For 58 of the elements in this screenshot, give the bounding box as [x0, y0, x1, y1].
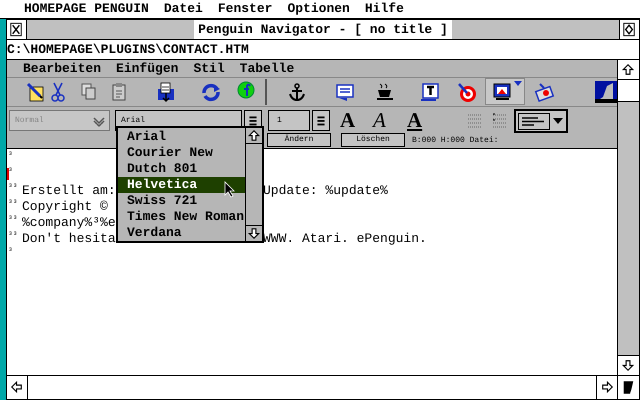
- paragraph-mark: ³³: [7, 231, 19, 242]
- action-button[interactable]: Löschen: [341, 133, 405, 147]
- scroll-down-button[interactable]: [246, 225, 262, 241]
- size-field[interactable]: 1: [268, 110, 310, 131]
- paragraph-mark: ³: [7, 167, 14, 177]
- dropdown-item[interactable]: Verdana: [118, 225, 245, 241]
- dropdown-item[interactable]: Helvetica: [118, 177, 245, 193]
- numbered-list-icon[interactable]: [491, 112, 509, 130]
- menu-item[interactable]: Bearbeiten: [23, 58, 102, 78]
- scroll-up-button[interactable]: [246, 128, 262, 144]
- paragraph-mark: ³: [7, 151, 14, 161]
- dropdown-item[interactable]: Times New Roman: [118, 209, 245, 225]
- window-title: Penguin Navigator - [ no title ]: [194, 20, 452, 40]
- action-button[interactable]: Ändern: [267, 133, 331, 147]
- menu-item[interactable]: Hilfe: [364, 0, 404, 19]
- mouse-pointer-icon: [224, 181, 236, 198]
- menu-item[interactable]: Fenster: [218, 0, 272, 19]
- menu-item[interactable]: Stil: [193, 58, 225, 78]
- coffee-cup-icon[interactable]: [374, 81, 396, 103]
- document-text: %company%³%e: [22, 215, 116, 231]
- anchor-icon[interactable]: [286, 81, 308, 103]
- paragraph-mark: ³³: [7, 183, 19, 194]
- dropdown-item[interactable]: Courier New: [118, 145, 245, 161]
- dropdown-item[interactable]: Dutch 801: [118, 161, 245, 177]
- paragraph-mark: ³: [7, 247, 14, 257]
- status-text: B:000 H:000 Datei:: [412, 136, 498, 146]
- dropdown-triangle-icon: [514, 81, 522, 86]
- menu-item[interactable]: Optionen: [287, 0, 350, 19]
- dropdown-item[interactable]: Arial: [118, 129, 245, 145]
- bullet-list-icon[interactable]: [466, 112, 484, 130]
- dropdown-item[interactable]: Swiss 721: [118, 193, 245, 209]
- bold-button[interactable]: A: [340, 108, 356, 132]
- document-text: Update: %update%: [263, 183, 388, 199]
- image-edit-icon[interactable]: [534, 81, 556, 103]
- image-button[interactable]: [485, 78, 525, 105]
- align-left-icon: [518, 112, 550, 130]
- refresh-icon[interactable]: [200, 81, 222, 103]
- file-path: C:\HOMEPAGE\PLUGINS\CONTACT.HTM: [7, 40, 249, 59]
- menu-item[interactable]: Einfügen: [116, 58, 178, 78]
- italic-button[interactable]: A: [373, 108, 386, 132]
- menu-item[interactable]: Datei: [164, 0, 203, 19]
- paragraph-mark: ³³: [7, 199, 19, 210]
- image-icon[interactable]: [595, 81, 617, 103]
- document-text: Don't hesita: [22, 231, 116, 247]
- close-button[interactable]: [7, 20, 27, 39]
- document-text: WWW. Atari. ePenguin.: [263, 231, 427, 247]
- underline-button[interactable]: A: [407, 108, 422, 132]
- size-list-button[interactable]: [312, 110, 330, 131]
- document-text: Copyright ©: [22, 199, 108, 215]
- folder-save-icon[interactable]: [155, 81, 177, 103]
- target-icon[interactable]: [456, 81, 478, 103]
- align-select[interactable]: [514, 109, 568, 133]
- caret-icon: [553, 118, 563, 124]
- text-frame-icon[interactable]: [419, 81, 441, 103]
- document-text: Erstellt am:: [22, 183, 116, 199]
- menu-item[interactable]: Tabelle: [240, 58, 294, 78]
- paragraph-mark: ³³: [7, 215, 19, 226]
- app-menu[interactable]: HOMEPAGE PENGUIN: [24, 0, 149, 19]
